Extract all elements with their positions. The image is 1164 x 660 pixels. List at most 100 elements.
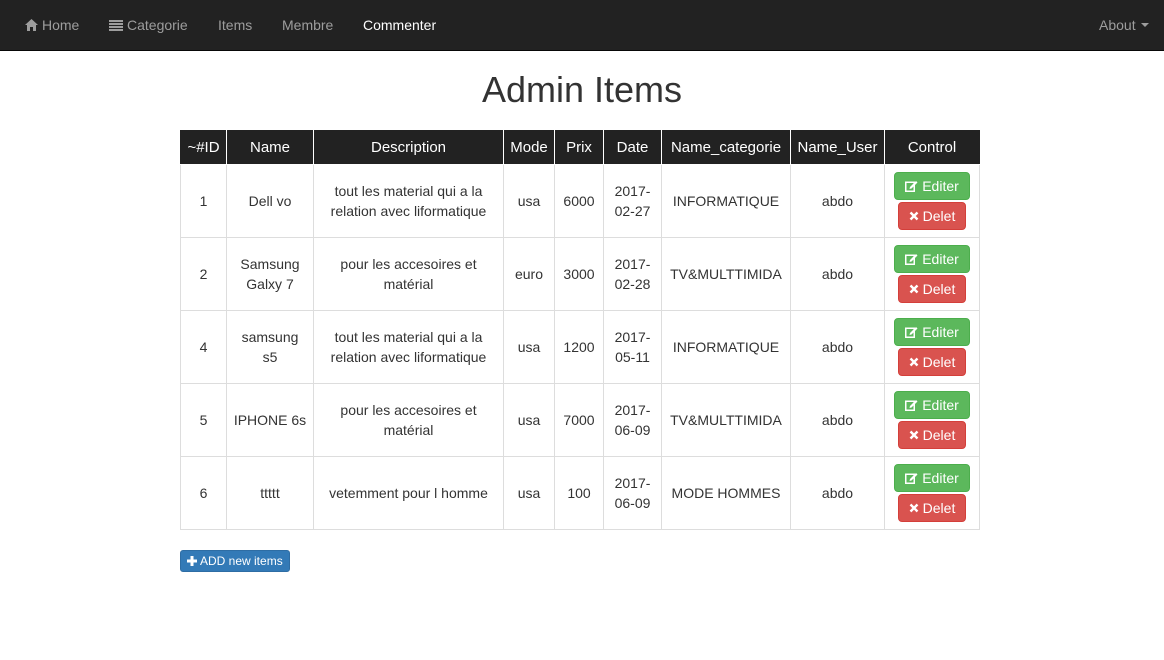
cell-date: 2017-06-09	[603, 383, 662, 457]
cell-prix: 3000	[554, 237, 604, 311]
nav-categorie-label: Categorie	[127, 17, 188, 33]
delete-button-label: Delet	[922, 281, 956, 297]
table-row: 2 Samsung Galxy 7 pour les accesoires et m…	[180, 237, 980, 311]
cell-description: tout les material qui a la relation avec…	[313, 310, 504, 384]
column-header: Name_User	[790, 130, 885, 165]
nav-membre[interactable]: Membre	[282, 0, 333, 50]
table-body: 1 Dell vo tout les material qui a la relat…	[180, 164, 980, 530]
plus-icon	[187, 555, 197, 566]
cell-id: 4	[180, 310, 227, 384]
page-title: Admin Items	[481, 69, 683, 110]
nav-about-label: About	[1099, 17, 1136, 33]
cell-prix: 6000	[554, 164, 604, 238]
cell-date: 2017-05-11	[603, 310, 662, 384]
close-icon	[909, 430, 919, 440]
table-row: 1 Dell vo tout les material qui a la relat…	[180, 164, 980, 238]
nav-home-label: Home	[42, 17, 80, 33]
delete-button-label: Delet	[922, 500, 956, 516]
cell-id: 2	[180, 237, 227, 311]
cell-name: samsung s5	[226, 310, 314, 384]
cell-description: tout les material qui a la relation avec…	[313, 164, 504, 238]
delete-button[interactable]: Delet	[897, 348, 967, 376]
cell-user: abdo	[790, 383, 885, 457]
nav-about-dropdown[interactable]: About	[1099, 0, 1149, 50]
cell-categorie: MODE HOMMES	[661, 456, 791, 530]
cell-user: abdo	[790, 164, 885, 238]
column-header: Description	[313, 130, 504, 165]
cell-mode: usa	[503, 310, 555, 384]
edit-button[interactable]: Editer	[894, 245, 970, 273]
close-icon	[909, 503, 919, 513]
cell-date: 2017-06-09	[603, 456, 662, 530]
table-row: 4 samsung s5 tout les material qui a la re…	[180, 310, 980, 384]
column-header: Mode	[503, 130, 555, 165]
cell-prix: 100	[554, 456, 604, 530]
nav-categorie[interactable]: Categorie	[109, 0, 188, 50]
delete-button[interactable]: Delet	[897, 494, 967, 522]
items-table: ~#ID Name Description Mode Prix Date Name_cate…	[180, 130, 980, 530]
column-header: Date	[603, 130, 662, 165]
edit-icon	[905, 181, 918, 193]
control-buttons: Editer Delet	[891, 318, 973, 376]
control-buttons: Editer Delet	[891, 391, 973, 449]
cell-id: 5	[180, 383, 227, 457]
nav-items[interactable]: Items	[218, 0, 252, 50]
close-icon	[909, 284, 919, 294]
edit-icon	[905, 254, 918, 266]
home-icon	[25, 19, 38, 32]
edit-button[interactable]: Editer	[894, 464, 970, 492]
edit-button[interactable]: Editer	[894, 391, 970, 419]
cell-mode: euro	[503, 237, 555, 311]
delete-button[interactable]: Delet	[897, 421, 967, 449]
cell-name: ttttt	[226, 456, 314, 530]
table-row: 6 ttttt vetemment pour l homme usa 100 2017-0…	[180, 456, 980, 530]
edit-button-label: Editer	[922, 397, 959, 413]
cell-id: 1	[180, 164, 227, 238]
cell-categorie: INFORMATIQUE	[661, 164, 791, 238]
cell-control: Editer Delet	[884, 383, 980, 457]
column-header: Control	[884, 130, 980, 165]
cell-description: pour les accesoires et matérial	[313, 383, 504, 457]
control-buttons: Editer Delet	[891, 172, 973, 230]
delete-button-label: Delet	[922, 427, 956, 443]
delete-button[interactable]: Delet	[897, 275, 967, 303]
control-buttons: Editer Delet	[891, 464, 973, 522]
control-buttons: Editer Delet	[891, 245, 973, 303]
edit-button[interactable]: Editer	[894, 172, 970, 200]
edit-button[interactable]: Editer	[894, 318, 970, 346]
delete-button[interactable]: Delet	[897, 202, 967, 230]
add-new-items-button[interactable]: ADD new items	[180, 550, 290, 572]
cell-description: pour les accesoires et matérial	[313, 237, 504, 311]
cell-categorie: INFORMATIQUE	[661, 310, 791, 384]
close-icon	[909, 357, 919, 367]
delete-button-label: Delet	[922, 208, 956, 224]
cell-prix: 7000	[554, 383, 604, 457]
cell-mode: usa	[503, 383, 555, 457]
nav-commenter[interactable]: Commenter	[363, 0, 436, 50]
edit-icon	[905, 327, 918, 339]
cell-categorie: TV&MULTTIMIDA	[661, 237, 791, 311]
close-icon	[909, 211, 919, 221]
add-new-items-label: ADD new items	[200, 554, 283, 568]
column-header: Prix	[554, 130, 604, 165]
delete-button-label: Delet	[922, 354, 956, 370]
cell-user: abdo	[790, 310, 885, 384]
cell-user: abdo	[790, 456, 885, 530]
edit-icon	[905, 473, 918, 485]
cell-control: Editer Delet	[884, 310, 980, 384]
nav-home[interactable]: Home	[25, 0, 79, 50]
cell-mode: usa	[503, 456, 555, 530]
cell-date: 2017-02-27	[603, 164, 662, 238]
cell-control: Editer Delet	[884, 237, 980, 311]
edit-button-label: Editer	[922, 324, 959, 340]
edit-button-label: Editer	[922, 251, 959, 267]
caret-down-icon	[1140, 23, 1149, 28]
cell-mode: usa	[503, 164, 555, 238]
top-navbar: Home Categorie Items Membre Commenter Ab…	[0, 0, 1164, 51]
edit-button-label: Editer	[922, 470, 959, 486]
cell-description: vetemment pour l homme	[313, 456, 504, 530]
edit-icon	[905, 400, 918, 412]
cell-name: Samsung Galxy 7	[226, 237, 314, 311]
list-icon	[109, 19, 123, 31]
cell-prix: 1200	[554, 310, 604, 384]
